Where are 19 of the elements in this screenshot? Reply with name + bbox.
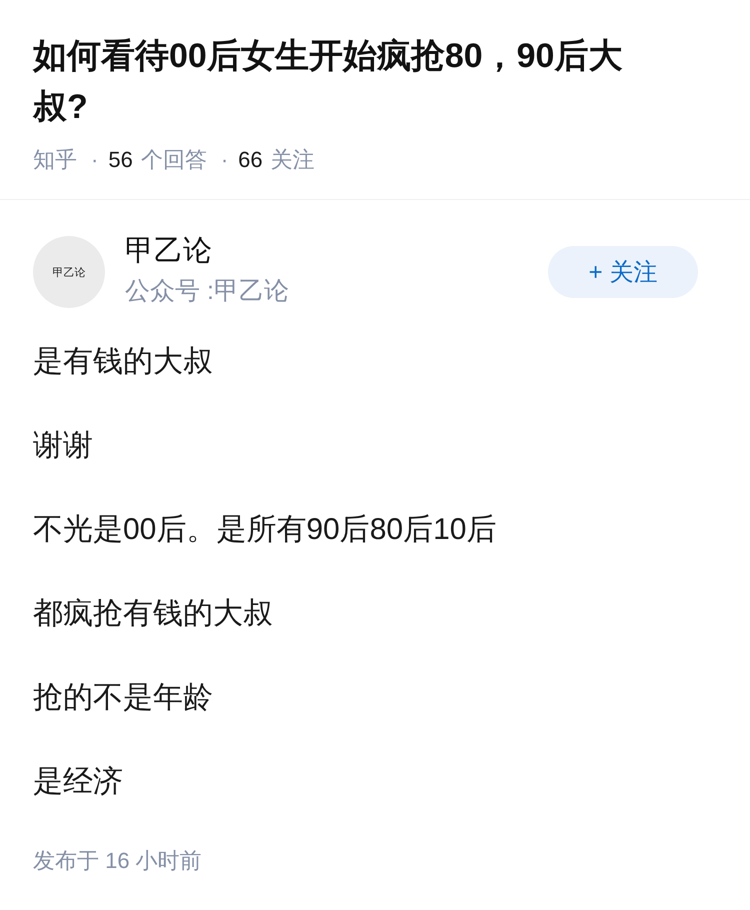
count-label: 关注 bbox=[270, 146, 315, 174]
answer-paragraph: 都疯抢有钱的大叔 bbox=[33, 596, 274, 632]
count-label: 个回答 bbox=[140, 146, 207, 174]
separator-dot: · bbox=[91, 146, 98, 174]
follow-button[interactable]: + 关注 bbox=[548, 246, 698, 298]
answer-paragraph: 不光是00后。是所有90后80后10后 bbox=[33, 512, 498, 548]
publish-time: 发布于 16 小时前 bbox=[33, 848, 202, 873]
separator-dot: · bbox=[220, 146, 228, 174]
answer-paragraph: 谢谢 bbox=[33, 428, 94, 464]
answer-paragraph: 抢的不是年龄 bbox=[33, 680, 214, 716]
count-text: 66 bbox=[238, 146, 263, 174]
count-text: 56 bbox=[108, 146, 133, 174]
author-subtitle: 公众号 :甲乙论 bbox=[125, 276, 290, 307]
answer-paragraph: 是经济 bbox=[33, 764, 124, 800]
answer-paragraph: 是有钱的大叔 bbox=[33, 344, 214, 380]
author-name[interactable]: 甲乙论 bbox=[125, 233, 548, 269]
question-title: 如何看待00后女生开始疯抢80，90后大叔? bbox=[33, 36, 624, 128]
source-label: 知乎 bbox=[33, 146, 77, 174]
avatar: 甲乙论 bbox=[33, 236, 105, 308]
